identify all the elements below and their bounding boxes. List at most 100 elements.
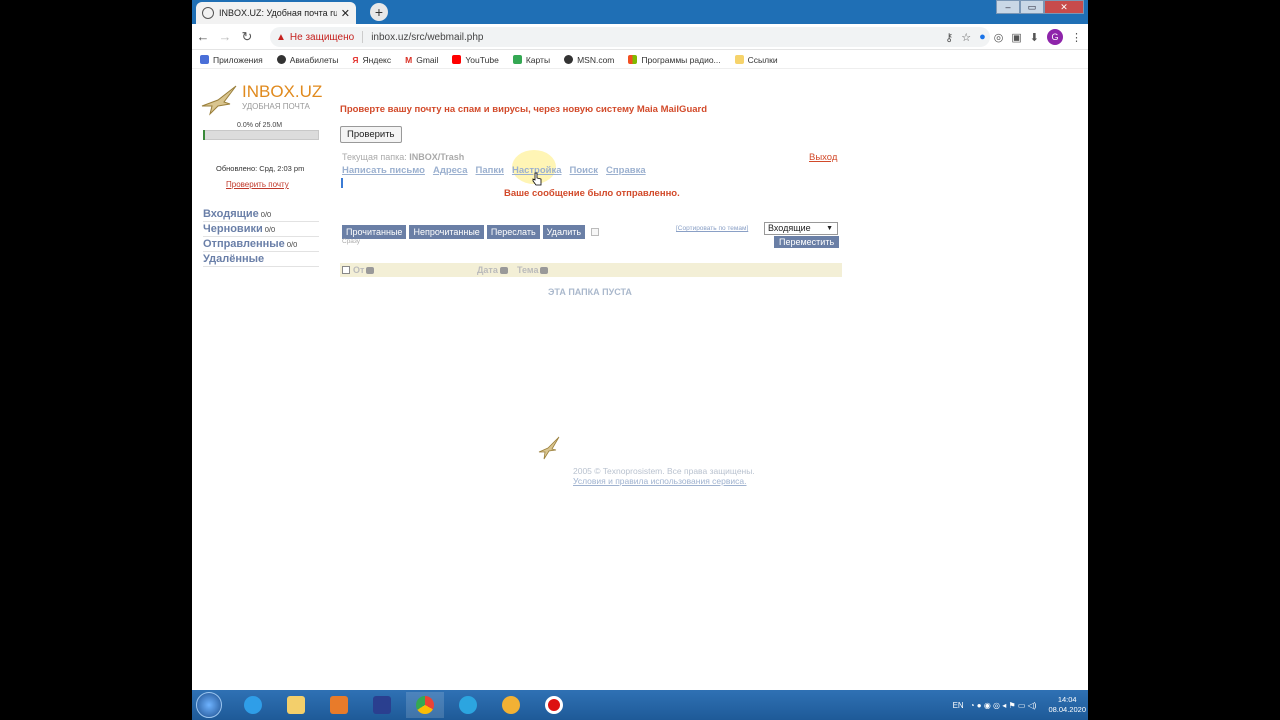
mark-unread-button[interactable]: Непрочитанные <box>409 225 484 239</box>
taskbar-chrome[interactable] <box>406 692 444 718</box>
omnibox[interactable]: ▲ Не защищено inbox.uz/src/webmail.php <box>270 27 990 47</box>
reload-button[interactable]: ↻ <box>236 29 258 45</box>
clock-date: 08.04.2020 <box>1048 705 1086 714</box>
security-label[interactable]: Не защищено <box>290 32 354 43</box>
column-label: Дата <box>477 265 498 275</box>
bookmark-yandex[interactable]: Я Яндекс <box>352 55 391 65</box>
key-icon[interactable]: ⚷ <box>945 31 953 44</box>
taskbar-media[interactable] <box>320 692 358 718</box>
taskbar-telegram[interactable] <box>449 692 487 718</box>
folder-drafts[interactable]: Черновики 0/0 <box>203 222 319 237</box>
webmail-page: INBOX.UZ УДОБНАЯ ПОЧТА 0.0% of 25.0M Обн… <box>192 70 1088 690</box>
language-indicator[interactable]: EN <box>953 701 964 710</box>
folder-trash[interactable]: Удалённые <box>203 252 319 267</box>
check-mail-link[interactable]: Проверить почту <box>226 180 289 189</box>
bookmark-links[interactable]: Ссылки <box>734 55 778 65</box>
chrome-icon <box>416 696 434 714</box>
bookmark-apps[interactable]: Приложения <box>200 55 263 65</box>
menu-search[interactable]: Поиск <box>570 165 599 176</box>
column-subject[interactable]: Тема <box>517 265 549 275</box>
url-text[interactable]: inbox.uz/src/webmail.php <box>371 32 483 43</box>
dropdown-arrow-icon: ▼ <box>826 225 833 232</box>
move-folder-select[interactable]: Входящие ▼ <box>764 222 838 235</box>
triangle-app-icon <box>502 696 520 714</box>
current-folder: Текущая папка: INBOX/Trash <box>342 152 464 162</box>
taskbar-ie[interactable] <box>234 692 272 718</box>
internet-explorer-icon <box>244 696 262 714</box>
menu-folders[interactable]: Папки <box>476 165 504 176</box>
back-button[interactable]: ← <box>192 29 214 44</box>
check-button[interactable]: Проверить <box>340 126 402 143</box>
profile-avatar[interactable]: G <box>1047 29 1063 45</box>
minimize-button[interactable]: – <box>996 0 1020 14</box>
sort-by-thread-link[interactable]: [Сортировать по темам] <box>676 225 748 232</box>
bookmark-aviabilety[interactable]: Авиабилеты <box>276 54 339 65</box>
sort-icon[interactable] <box>499 267 508 275</box>
bookmark-label: Яндекс <box>362 54 392 65</box>
translate-icon[interactable]: ◎ <box>994 31 1004 44</box>
tray-icons[interactable]: ◔ ● ◉ ◎ ◂ ⚑ ▭ ◁) <box>970 701 1037 710</box>
move-button[interactable]: Переместить <box>774 236 840 248</box>
menu-compose[interactable]: Написать письмо <box>342 165 425 176</box>
main-menu: Написать письмо Адреса Папки Настройка П… <box>342 165 646 176</box>
extension-icon[interactable]: ● <box>979 31 986 43</box>
folder-inbox[interactable]: Входящие 0/0 <box>203 207 319 222</box>
star-icon[interactable]: ☆ <box>961 31 971 44</box>
bookmark-gmail[interactable]: M Gmail <box>405 55 438 65</box>
menu-help[interactable]: Справка <box>606 165 646 176</box>
clock-time: 14:04 <box>1057 695 1077 704</box>
record-icon <box>545 696 563 714</box>
hand-cursor-icon <box>532 172 542 186</box>
taskbar-recorder[interactable] <box>535 692 573 718</box>
new-tab-button[interactable]: + <box>370 3 388 21</box>
current-folder-value: INBOX/Trash <box>409 152 465 162</box>
site-logo[interactable]: INBOX.UZ УДОБНАЯ ПОЧТА <box>200 82 322 116</box>
menu-addresses[interactable]: Адреса <box>433 165 468 176</box>
taskbar-save[interactable] <box>363 692 401 718</box>
delete-button[interactable]: Удалить <box>542 225 586 239</box>
bookmark-msn[interactable]: MSN.com <box>564 55 614 65</box>
taskbar-app[interactable] <box>492 692 530 718</box>
bookmark-label: YouTube <box>465 54 499 65</box>
start-button[interactable] <box>196 692 222 718</box>
bookmark-youtube[interactable]: YouTube <box>452 54 499 65</box>
mark-read-button[interactable]: Прочитанные <box>342 225 407 239</box>
maximize-button[interactable]: ▭ <box>1020 0 1044 14</box>
sort-icon[interactable] <box>366 267 375 275</box>
select-all-checkbox[interactable] <box>342 266 350 274</box>
windows-icon <box>628 55 638 64</box>
forward-button[interactable]: Переслать <box>486 225 540 239</box>
telegram-icon <box>459 696 477 714</box>
address-bar: ← → ↻ ▲ Не защищено inbox.uz/src/webmail… <box>192 24 1088 50</box>
quota-bar-fill <box>203 130 205 140</box>
select-value: Входящие <box>768 223 811 233</box>
forward-button[interactable]: → <box>214 29 236 44</box>
logout-link[interactable]: Выход <box>809 152 837 163</box>
download-icon[interactable]: ⬇ <box>1030 31 1039 44</box>
sort-icon[interactable] <box>540 267 549 275</box>
browser-tab[interactable]: INBOX.UZ: Удобная почта rusta ✕ <box>196 2 356 24</box>
tab-close-icon[interactable]: ✕ <box>341 7 350 20</box>
bookmark-label: Авиабилеты <box>289 54 339 65</box>
immediate-label: Сразу <box>342 238 361 245</box>
system-tray: EN ◔ ● ◉ ◎ ◂ ⚑ ▭ ◁) 14:04 08.04.2020 <box>953 690 1086 720</box>
bookmark-label: Приложения <box>213 54 263 65</box>
taskbar-explorer[interactable] <box>277 692 315 718</box>
bookmark-maps[interactable]: Карты <box>512 55 550 65</box>
immediate-checkbox[interactable] <box>591 228 600 236</box>
sent-confirmation: Ваше сообщение было отправленно. <box>504 188 680 199</box>
folder-count: 0/0 <box>264 225 276 234</box>
divider <box>362 31 364 43</box>
close-window-button[interactable]: ✕ <box>1044 0 1084 14</box>
folder-sent[interactable]: Отправленные 0/0 <box>203 237 319 252</box>
column-from[interactable]: От <box>353 265 477 275</box>
bird-logo-icon <box>201 85 237 116</box>
footer-terms-link[interactable]: Условия и правила использования сервиса. <box>573 476 747 486</box>
menu-icon[interactable]: ⋮ <box>1071 31 1082 44</box>
bookmark-radio[interactable]: Программы радио... <box>628 55 721 65</box>
save-icon[interactable]: ▣ <box>1011 31 1021 44</box>
folder-icon <box>287 696 305 714</box>
column-date[interactable]: Дата <box>477 265 517 275</box>
bookmark-label: Gmail <box>416 54 439 65</box>
clock[interactable]: 14:04 08.04.2020 <box>1042 695 1086 715</box>
